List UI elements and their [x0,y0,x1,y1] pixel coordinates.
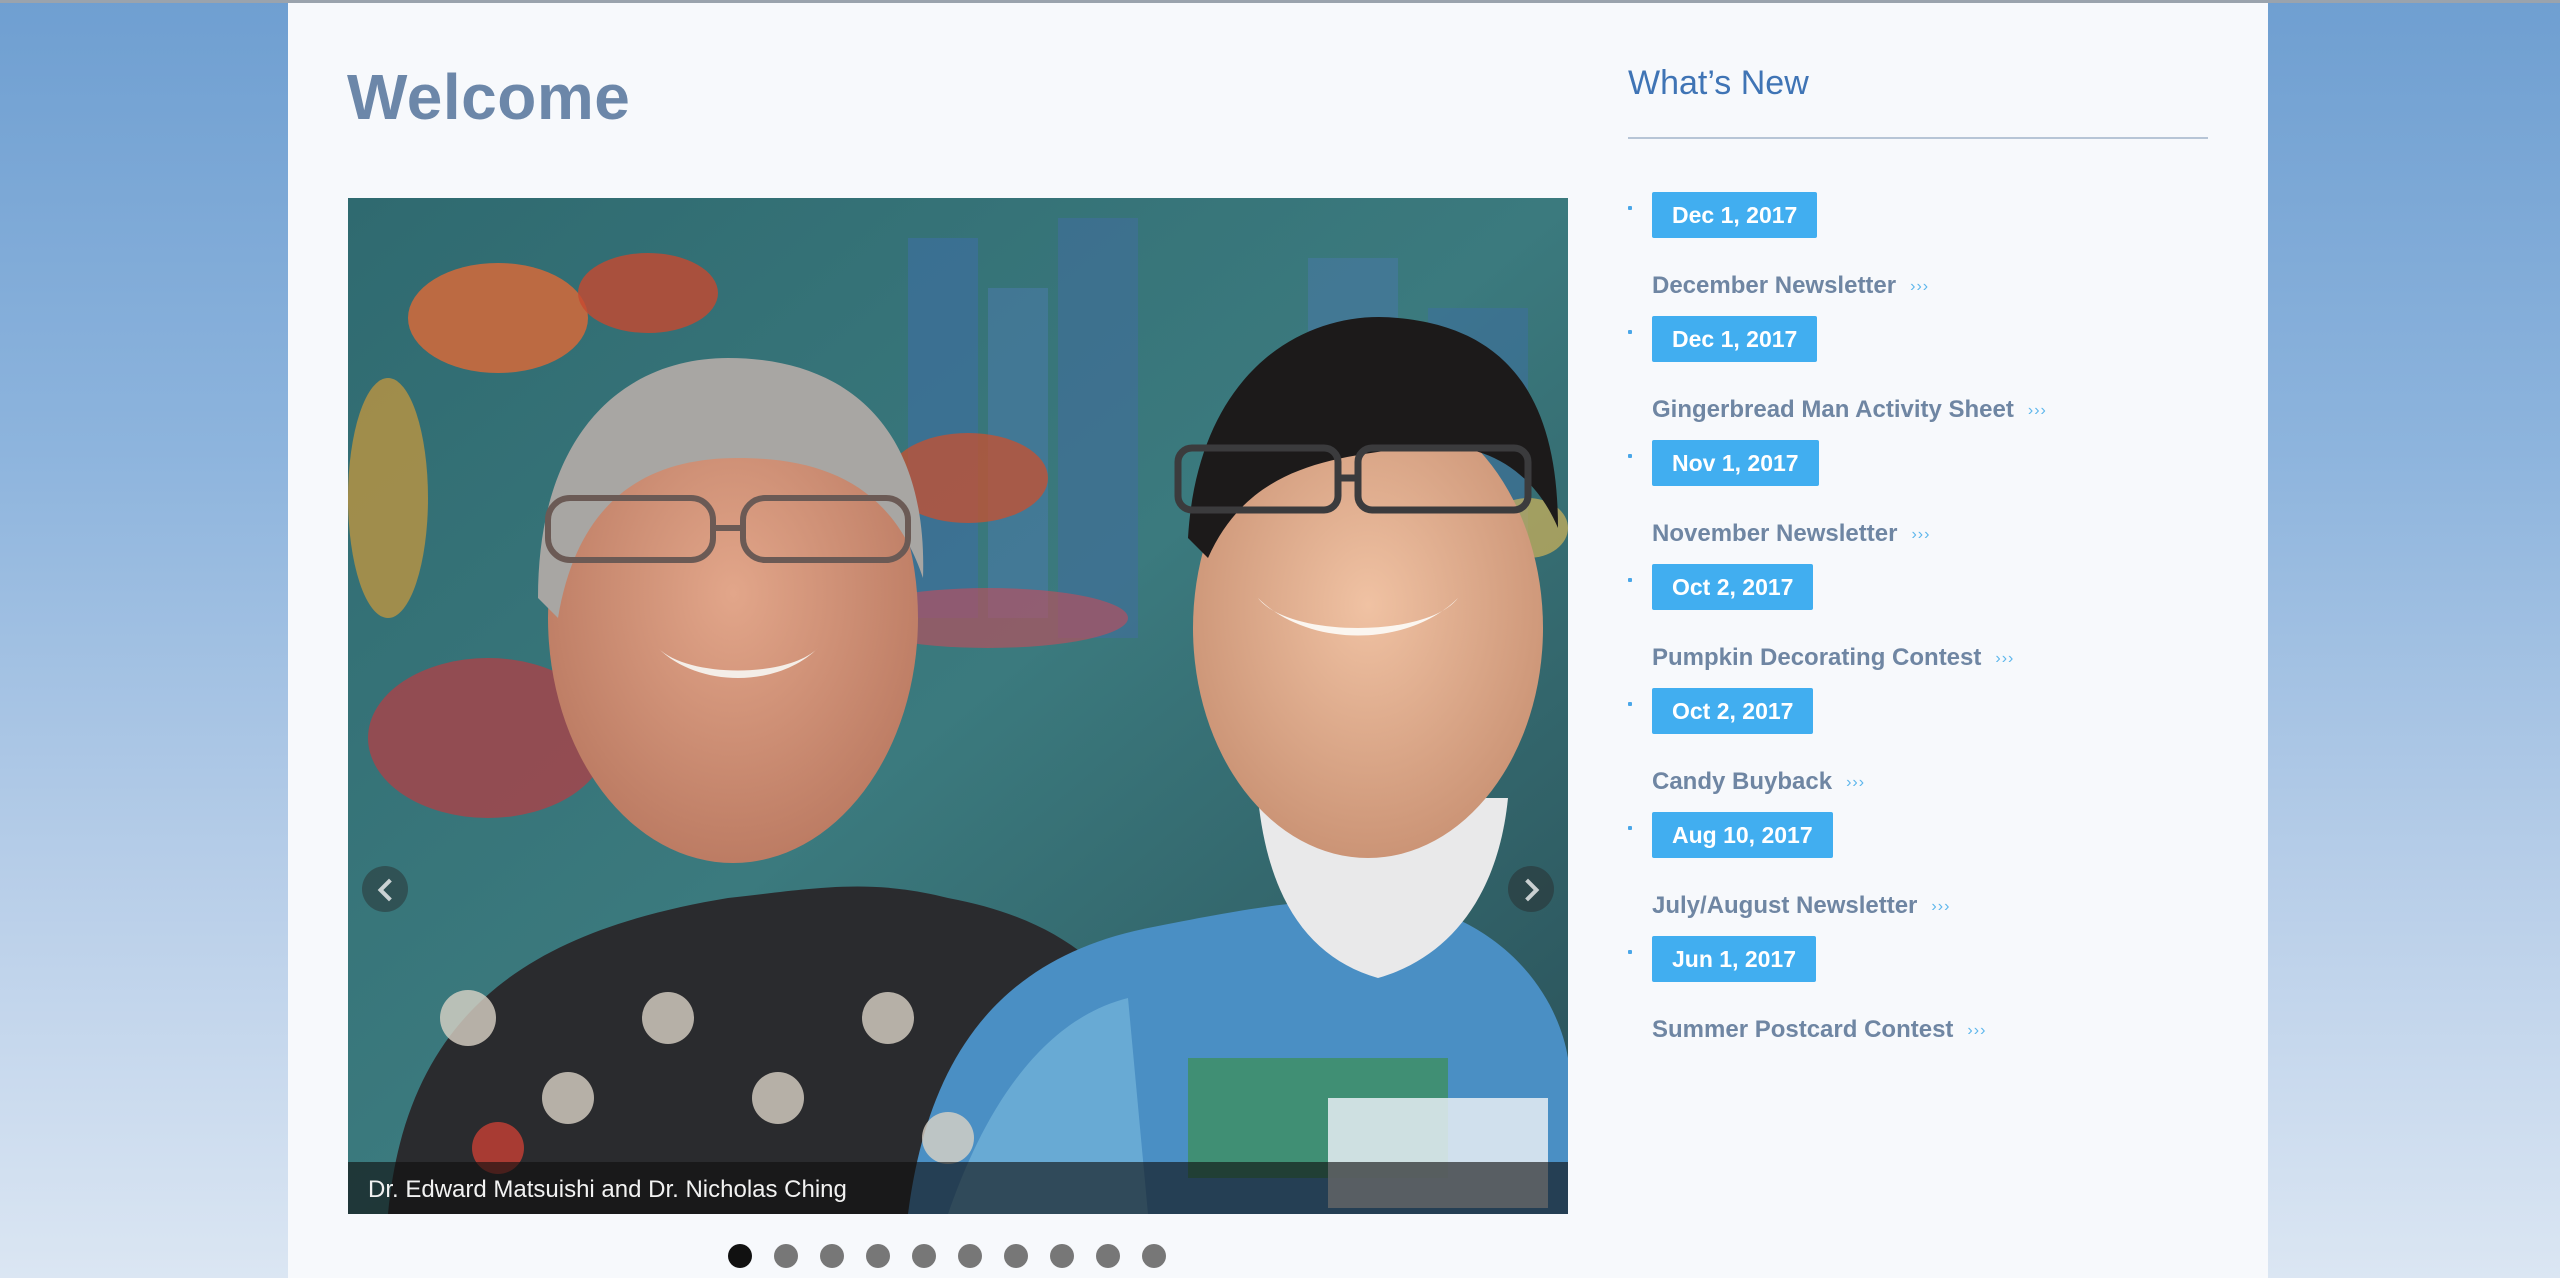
news-link-label: July/August Newsletter [1652,892,1918,919]
news-link[interactable]: Candy Buyback ››› [1652,768,1865,796]
news-item: Aug 10, 2017 July/August Newsletter ››› [1628,812,2248,936]
news-date-badge: Aug 10, 2017 [1652,812,1833,858]
chevron-right-icon: ››› [2027,401,2047,419]
slide-caption-text: Dr. Edward Matsuishi and Dr. Nicholas Ch… [368,1176,847,1203]
chevron-right-icon: ››› [1910,277,1930,295]
news-link[interactable]: Pumpkin Decorating Contest ››› [1652,644,2014,672]
bullet-icon [1628,454,1632,458]
slider-dot-2[interactable] [774,1244,798,1268]
slider-dot-1[interactable] [728,1244,752,1268]
news-item: Oct 2, 2017 Pumpkin Decorating Contest ››› [1628,564,2248,688]
chevron-right-icon: ››› [1967,1021,1987,1039]
news-link-label: Summer Postcard Contest [1652,1016,1954,1043]
chevron-right-icon: ››› [1846,773,1866,791]
news-date-badge: Dec 1, 2017 [1652,192,1818,238]
news-date-badge: Oct 2, 2017 [1652,688,1814,734]
whats-new-list: Dec 1, 2017 December Newsletter ››› Dec 1, … [1628,192,2248,1060]
news-link-label: December Newsletter [1652,272,1897,299]
bullet-icon [1628,578,1632,582]
slider-dot-4[interactable] [866,1244,890,1268]
slider-dot-8[interactable] [1050,1244,1074,1268]
slide-caption: Dr. Edward Matsuishi and Dr. Nicholas Ch… [348,1162,1568,1214]
page-title: Welcome [347,61,631,133]
slide-photo [348,198,1568,1214]
divider [1628,137,2208,139]
slider-dot-6[interactable] [958,1244,982,1268]
slider-dot-10[interactable] [1142,1244,1166,1268]
news-link-label: Candy Buyback [1652,768,1833,795]
news-link[interactable]: Summer Postcard Contest ››› [1652,1016,1986,1044]
news-link-label: November Newsletter [1652,520,1898,547]
news-item: Dec 1, 2017 Gingerbread Man Activity Shee… [1628,316,2248,440]
news-link[interactable]: November Newsletter ››› [1652,520,1930,548]
chevron-right-icon: ››› [1995,649,2015,667]
slider-next-button[interactable] [1508,866,1554,912]
chevron-right-icon: ››› [1931,897,1951,915]
slider-dot-9[interactable] [1096,1244,1120,1268]
whats-new-heading: What’s New [1628,64,1809,102]
news-date-badge: Jun 1, 2017 [1652,936,1817,982]
news-item: Nov 1, 2017 November Newsletter ››› [1628,440,2248,564]
news-link-label: Gingerbread Man Activity Sheet [1652,396,2014,423]
news-date-badge: Oct 2, 2017 [1652,564,1814,610]
slider-dot-3[interactable] [820,1244,844,1268]
chevron-right-icon: ››› [1911,525,1931,543]
photo-slider[interactable]: Dr. Edward Matsuishi and Dr. Nicholas Ch… [348,198,1568,1214]
news-item: Oct 2, 2017 Candy Buyback ››› [1628,688,2248,812]
news-item: Jun 1, 2017 Summer Postcard Contest ››› [1628,936,2248,1060]
bullet-icon [1628,702,1632,706]
news-date-badge: Dec 1, 2017 [1652,316,1818,362]
slider-prev-button[interactable] [362,866,408,912]
news-link[interactable]: December Newsletter ››› [1652,272,1929,300]
news-link[interactable]: July/August Newsletter ››› [1652,892,1950,920]
slider-pagination [728,1244,1188,1270]
bullet-icon [1628,826,1632,830]
bullet-icon [1628,330,1632,334]
news-link[interactable]: Gingerbread Man Activity Sheet ››› [1652,396,2047,424]
news-date-badge: Nov 1, 2017 [1652,440,1819,486]
slider-dot-5[interactable] [912,1244,936,1268]
bullet-icon [1628,206,1632,210]
news-item: Dec 1, 2017 December Newsletter ››› [1628,192,2248,316]
bullet-icon [1628,950,1632,954]
news-link-label: Pumpkin Decorating Contest [1652,644,1982,671]
slider-dot-7[interactable] [1004,1244,1028,1268]
